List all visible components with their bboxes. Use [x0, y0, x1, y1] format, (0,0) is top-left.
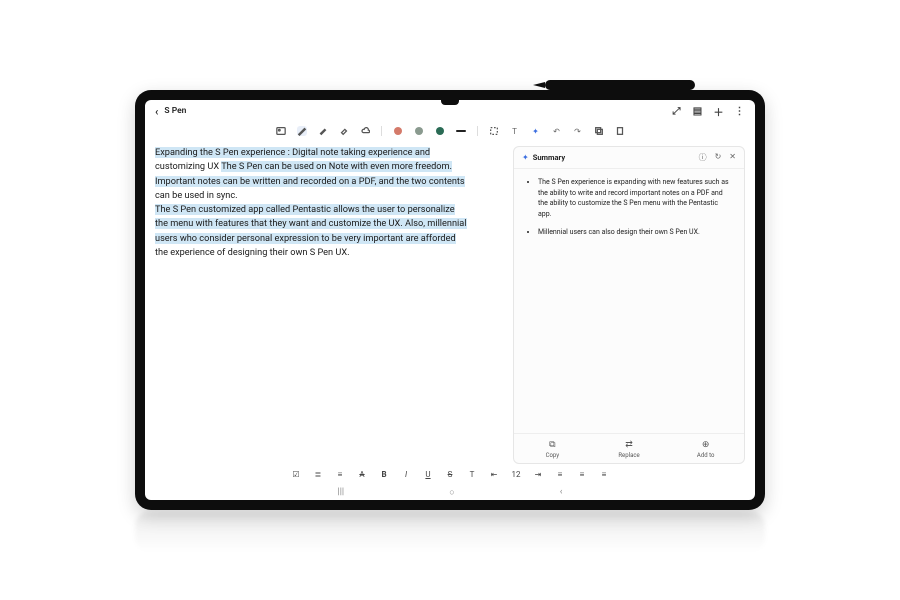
- clear-format-icon[interactable]: A: [357, 470, 367, 479]
- eraser-tool-icon[interactable]: [339, 126, 349, 136]
- close-icon[interactable]: ✕: [729, 152, 736, 163]
- checkbox-list-icon[interactable]: ☑: [291, 470, 301, 479]
- addto-icon: ⊕: [702, 440, 710, 450]
- note-line: users who consider personal expression t…: [155, 233, 456, 244]
- note-line: Important notes can be written and recor…: [155, 176, 465, 187]
- note-line: The S Pen customized app called Pentasti…: [155, 204, 455, 215]
- header-actions: ⤢ ▤ ＋ ⋮: [671, 106, 745, 117]
- color-red[interactable]: [393, 126, 403, 136]
- summary-title: Summary: [533, 153, 565, 162]
- note-line: customizing UX: [155, 161, 221, 172]
- summary-bullet: Millennial users can also design their o…: [538, 227, 732, 238]
- addto-button[interactable]: ⊕ Add to: [667, 440, 744, 459]
- tablet-reflection: [135, 512, 765, 552]
- align-left-icon[interactable]: ≡: [555, 470, 565, 479]
- note-text-area[interactable]: Expanding the S Pen experience : Digital…: [155, 146, 505, 464]
- bold-icon[interactable]: B: [379, 470, 389, 479]
- layers-icon[interactable]: [594, 126, 604, 136]
- indent-icon[interactable]: ⇥: [533, 470, 543, 479]
- summary-header: ✦ Summary ⓘ ↻ ✕: [514, 147, 744, 169]
- note-line: the experience of designing their own S …: [155, 247, 350, 258]
- bullet-list-icon[interactable]: ≣: [313, 470, 323, 479]
- toolbar-separator: [381, 126, 382, 136]
- addto-label: Add to: [697, 452, 715, 459]
- format-toolbar: ☑ ≣ ≡ A B I U S T ⇤ 12 ⇥ ≡ ≡ ≡: [145, 464, 755, 484]
- system-navbar: ||| ○ ‹: [145, 484, 755, 500]
- align-right-icon[interactable]: ≡: [599, 470, 609, 479]
- replace-button[interactable]: ⇄ Replace: [591, 440, 668, 459]
- copy-icon: ⧉: [549, 440, 555, 450]
- ai-tool-icon[interactable]: ✦: [531, 126, 541, 136]
- text-color-icon[interactable]: T: [467, 470, 477, 479]
- toolbar-separator: [477, 126, 478, 136]
- summary-bullet: The S Pen experience is expanding with n…: [538, 177, 732, 219]
- copy-label: Copy: [546, 452, 560, 459]
- add-icon[interactable]: ＋: [713, 106, 724, 117]
- recents-button[interactable]: |||: [338, 487, 345, 497]
- color-grey[interactable]: [414, 126, 424, 136]
- summary-panel: ✦ Summary ⓘ ↻ ✕ The S Pen experience is …: [513, 146, 745, 464]
- copy-button[interactable]: ⧉ Copy: [514, 440, 591, 459]
- summary-body: The S Pen experience is expanding with n…: [514, 169, 744, 433]
- color-teal[interactable]: [435, 126, 445, 136]
- align-center-icon[interactable]: ≡: [577, 470, 587, 479]
- summary-actions: ⧉ Copy ⇄ Replace ⊕ Add to: [514, 433, 744, 463]
- page-title: S Pen: [164, 106, 186, 116]
- pen-toolbar: T ✦ ↶ ↷: [145, 122, 755, 140]
- selection-tool-icon[interactable]: [489, 126, 499, 136]
- note-line: The S Pen can be used on Note with even …: [221, 161, 452, 172]
- note-line: the menu with features that they want an…: [155, 218, 405, 229]
- back-icon[interactable]: ‹: [155, 105, 158, 118]
- tablet-frame: ‹ S Pen ⤢ ▤ ＋ ⋮ T ✦ ↶ ↷: [135, 90, 765, 510]
- font-size-value[interactable]: 12: [511, 470, 521, 479]
- refresh-icon[interactable]: ↻: [715, 152, 722, 163]
- stroke-weight[interactable]: [456, 126, 466, 136]
- strike-icon[interactable]: S: [445, 470, 455, 479]
- image-tool-icon[interactable]: [276, 126, 286, 136]
- undo-icon[interactable]: ↶: [552, 126, 562, 136]
- clipboard-icon[interactable]: [615, 126, 625, 136]
- home-button[interactable]: ○: [449, 487, 454, 498]
- expand-icon[interactable]: ⤢: [671, 106, 682, 117]
- camera-notch: [441, 100, 459, 105]
- number-list-icon[interactable]: ≡: [335, 470, 345, 479]
- italic-icon[interactable]: I: [401, 470, 411, 479]
- replace-icon: ⇄: [625, 440, 633, 450]
- screen: ‹ S Pen ⤢ ▤ ＋ ⋮ T ✦ ↶ ↷: [145, 100, 755, 500]
- note-line: Expanding the S Pen experience : Digital…: [155, 147, 430, 158]
- highlighter-tool-icon[interactable]: [318, 126, 328, 136]
- note-line: can be used in sync.: [155, 190, 238, 201]
- cloud-tool-icon[interactable]: [360, 126, 370, 136]
- outdent-icon[interactable]: ⇤: [489, 470, 499, 479]
- pen-tool-icon[interactable]: [297, 126, 307, 136]
- redo-icon[interactable]: ↷: [573, 126, 583, 136]
- info-icon[interactable]: ⓘ: [699, 152, 707, 163]
- more-icon[interactable]: ⋮: [734, 106, 745, 117]
- sparkle-icon: ✦: [522, 153, 529, 162]
- text-tool-icon[interactable]: T: [510, 126, 520, 136]
- main-content: Expanding the S Pen experience : Digital…: [145, 140, 755, 464]
- back-button[interactable]: ‹: [560, 487, 563, 497]
- reader-icon[interactable]: ▤: [692, 106, 703, 117]
- underline-icon[interactable]: U: [423, 470, 433, 479]
- note-line: Also, millennial: [405, 218, 467, 229]
- replace-label: Replace: [618, 452, 639, 459]
- s-pen-stylus: [545, 80, 695, 90]
